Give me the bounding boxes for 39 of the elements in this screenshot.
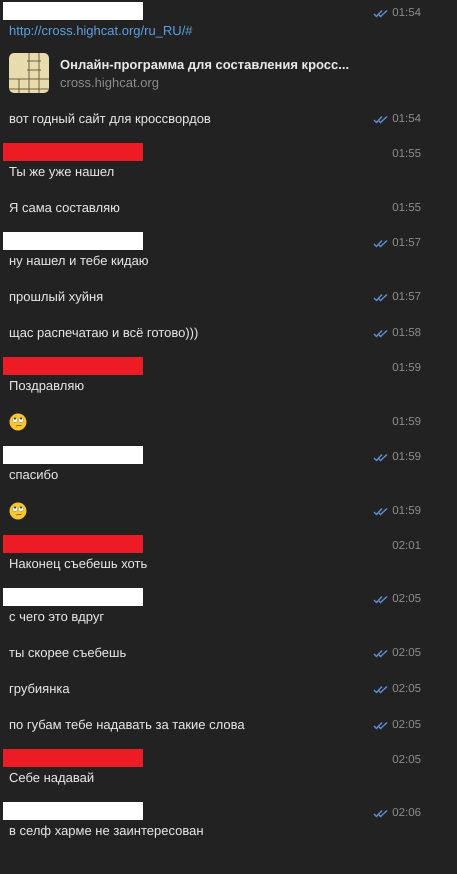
link[interactable]: http://cross.highcat.org/ru_RU/# xyxy=(9,22,193,40)
message-text: грубиянка xyxy=(9,680,70,698)
message-text: с чего это вдруг xyxy=(9,608,104,626)
preview-title: Онлайн-программа для составления кросс... xyxy=(60,56,350,72)
message-time: 02:06 xyxy=(392,807,421,819)
message-time: 02:05 xyxy=(392,754,421,766)
message-time: 01:57 xyxy=(392,291,421,303)
crossword-icon xyxy=(9,53,49,93)
message-time: 01:54 xyxy=(392,113,421,125)
message-time: 01:55 xyxy=(392,202,421,214)
message-time: 01:59 xyxy=(392,505,421,517)
preview-domain: cross.highcat.org xyxy=(60,74,160,90)
message-text: Наконец съебешь хоть xyxy=(9,555,148,573)
message-text: Себе надавай xyxy=(9,769,94,787)
message-time: 02:05 xyxy=(392,593,421,605)
message-time: 01:59 xyxy=(392,451,421,463)
message-text: спасибо xyxy=(9,466,58,484)
message-time: 01:59 xyxy=(392,416,421,428)
message-text: в селф харме не заинтересован xyxy=(9,822,204,840)
message-time: 02:05 xyxy=(392,683,421,695)
message-time: 02:05 xyxy=(392,647,421,659)
message-text: Ты же уже нашел xyxy=(9,163,114,181)
message-text: Поздравляю xyxy=(9,377,84,395)
message-text: вот годный сайт для кроссвордов xyxy=(9,110,211,128)
message-time: 01:58 xyxy=(392,327,421,339)
message-text: щас распечатаю и всё готово))) xyxy=(9,324,198,342)
message-time: 01:57 xyxy=(392,237,421,249)
message-text: ну нашел и тебе кидаю xyxy=(9,252,149,270)
message-text: по губам тебе надавать за такие слова xyxy=(9,716,245,734)
message-time: 02:05 xyxy=(392,719,421,731)
eye-roll-face-icon xyxy=(9,502,27,520)
message-time: 02:01 xyxy=(392,540,421,552)
eye-roll-face-icon xyxy=(9,413,27,431)
message-time: 01:55 xyxy=(392,148,421,160)
message-text: прошлый хуйня xyxy=(9,288,104,306)
message-time: 01:54 xyxy=(392,7,421,19)
message-time: 01:59 xyxy=(392,362,421,374)
message-text: Я сама составляю xyxy=(9,199,120,217)
message-text: ты скорее съебешь xyxy=(9,644,126,662)
